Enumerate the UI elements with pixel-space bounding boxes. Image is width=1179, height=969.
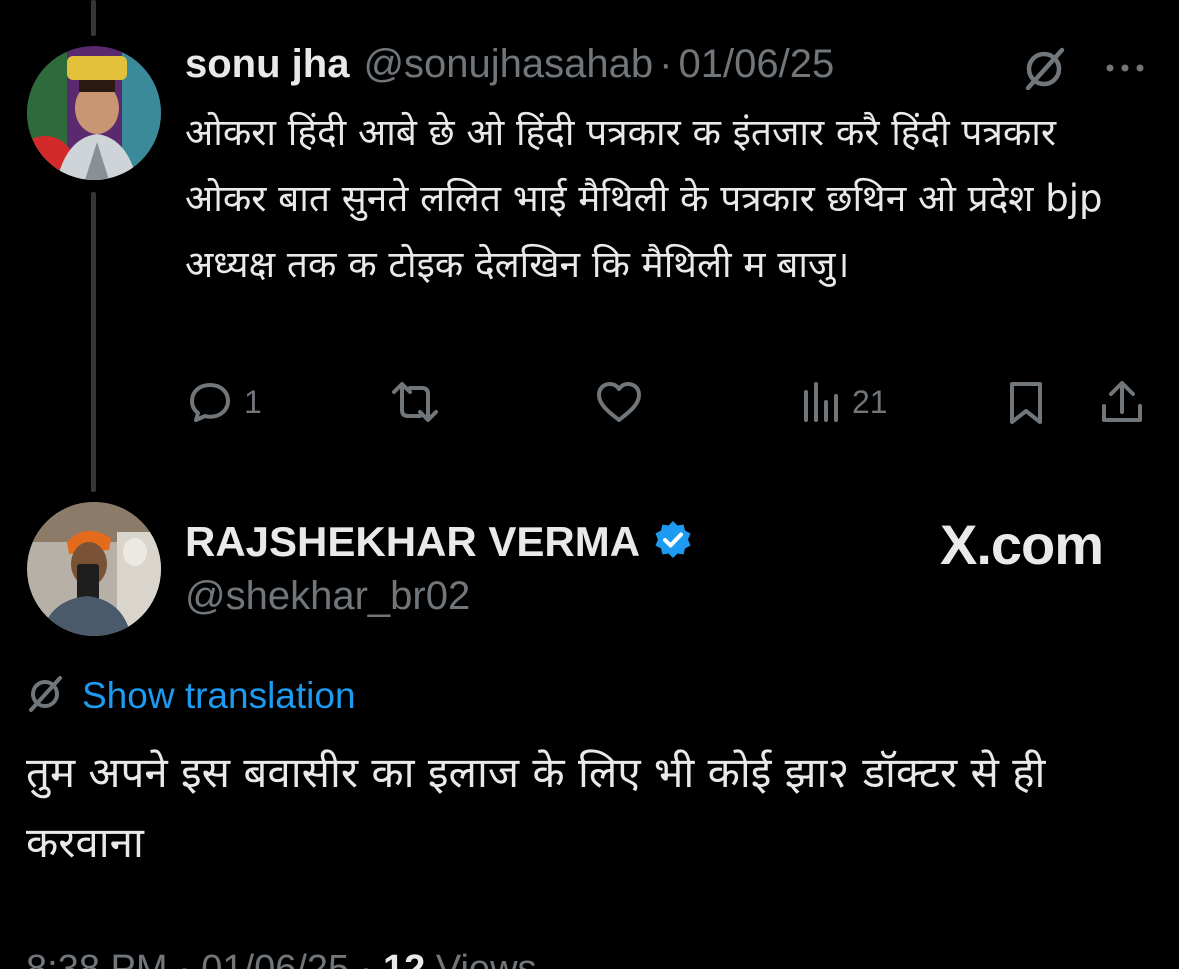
reply-separator: · xyxy=(659,42,673,86)
main-author-name[interactable]: RAJSHEKHAR VERMA xyxy=(185,518,640,566)
more-options-icon[interactable] xyxy=(1100,48,1150,88)
show-translation-link[interactable]: Show translation xyxy=(26,674,356,717)
post-timestamp[interactable]: 8:38 PM · 01/06/25 · xyxy=(26,948,372,969)
main-author-handle[interactable]: @shekhar_br02 xyxy=(185,574,470,619)
reply-count: 1 xyxy=(244,383,262,420)
post-meta: 8:38 PM · 01/06/25 · 12 Views xyxy=(26,948,537,969)
show-translation-label[interactable]: Show translation xyxy=(82,675,356,717)
verified-badge-icon xyxy=(652,519,694,566)
reply-action-bar: 1 21 xyxy=(0,372,1179,432)
main-avatar[interactable] xyxy=(27,502,161,636)
views-button[interactable]: 21 xyxy=(802,372,888,432)
reply-author-name[interactable]: sonu jha xyxy=(185,42,349,87)
repost-icon xyxy=(388,378,442,426)
share-button[interactable] xyxy=(1098,372,1146,432)
views-count: 21 xyxy=(852,383,888,420)
like-button[interactable] xyxy=(594,372,644,432)
x-com-watermark: X.com xyxy=(940,513,1104,576)
repost-button[interactable] xyxy=(388,372,442,432)
reply-date[interactable]: 01/06/25 xyxy=(679,42,835,87)
post-views-label: Views xyxy=(435,948,537,969)
bookmark-icon xyxy=(1006,378,1046,426)
translate-icon[interactable] xyxy=(1020,46,1070,91)
reply-text: ओकरा हिंदी आबे छे ओ हिंदी पत्रकार क इंतज… xyxy=(185,111,1103,286)
main-author-row: RAJSHEKHAR VERMA xyxy=(185,518,694,566)
reply-author-handle[interactable]: @sonujhasahab xyxy=(363,42,653,87)
share-icon xyxy=(1098,378,1146,426)
main-post-text: तुम अपने इस बवासीर का इलाज के लिए भी कोई… xyxy=(26,748,1046,867)
bookmark-button[interactable] xyxy=(1006,372,1046,432)
post-views-count: 12 xyxy=(382,948,426,969)
thread-line-bottom xyxy=(91,192,96,492)
reply-header: sonu jha @sonujhasahab · 01/06/25 xyxy=(185,42,834,94)
thread-line-top xyxy=(91,0,96,36)
analytics-icon xyxy=(802,378,842,426)
comment-icon xyxy=(186,378,234,426)
heart-icon xyxy=(594,378,644,426)
reply-button[interactable]: 1 xyxy=(186,372,262,432)
reply-avatar[interactable] xyxy=(27,46,161,180)
translate-icon xyxy=(26,674,66,717)
